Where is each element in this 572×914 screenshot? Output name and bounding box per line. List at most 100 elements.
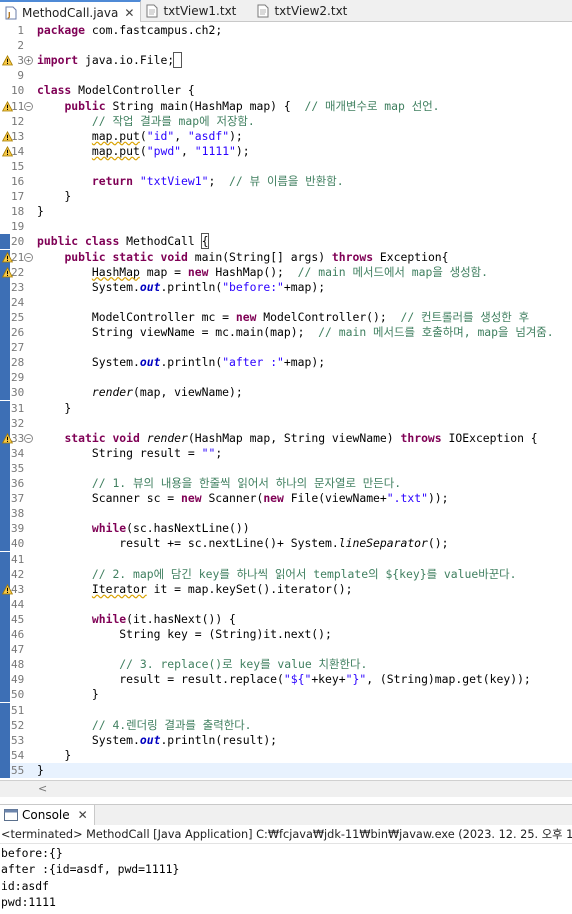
warning-icon[interactable]: [2, 251, 13, 263]
selection-marker: [0, 415, 10, 431]
collapse-icon[interactable]: −: [24, 101, 33, 111]
line-number: 54: [11, 748, 25, 762]
code-line[interactable]: 30 render(map, viewName);: [0, 385, 572, 401]
console-output-line: id:asdf: [1, 878, 50, 893]
selection-marker: [1, 114, 10, 129]
code-line[interactable]: 10 class ModelController {: [0, 83, 572, 98]
code-text: return "txtView1"; // 뷰 이름을 반환함.: [91, 174, 344, 188]
code-line[interactable]: 20 public class MethodCall {: [0, 233, 572, 250]
line-number: 2: [17, 39, 24, 53]
selection-marker: [0, 506, 10, 522]
code-text: HashMap map = new HashMap(); // main 메서드…: [91, 264, 488, 279]
code-line[interactable]: 15: [0, 159, 572, 174]
selection-marker: [1, 68, 10, 83]
code-text: // 1. 뷰의 내용을 한줄씩 읽어서 하나의 문자열로 만든다.: [91, 476, 402, 490]
code-editor[interactable]: 1 package com.fastcampus.ch2; 2 3 + import ja…: [0, 22, 572, 780]
code-line[interactable]: 1 package com.fastcampus.ch2;: [0, 23, 572, 38]
warning-icon[interactable]: [2, 432, 13, 444]
tab-console[interactable]: Console ✕: [0, 804, 95, 826]
code-line[interactable]: 37 Scanner sc = new Scanner(new File(vie…: [0, 491, 572, 507]
tab-methodcall-java[interactable]: J MethodCall.java ✕: [0, 0, 142, 23]
scroll-left-icon[interactable]: <: [38, 782, 47, 795]
expand-icon[interactable]: +: [24, 56, 33, 66]
code-line[interactable]: 28 System.out.println("after :"+map);: [0, 355, 572, 371]
code-line[interactable]: 17 }: [0, 189, 572, 204]
code-line[interactable]: 14 map.put("pwd", "1111");: [0, 144, 572, 159]
code-line[interactable]: 3 + import java.io.File;: [0, 52, 572, 69]
selection-marker: [0, 687, 10, 703]
code-line[interactable]: 35: [0, 460, 572, 476]
code-line[interactable]: 24: [0, 294, 572, 310]
code-line[interactable]: 50 }: [0, 687, 572, 703]
code-line[interactable]: 25 ModelController mc = new ModelControl…: [0, 309, 572, 325]
selection-marker: [1, 38, 10, 53]
code-line[interactable]: 39 while(sc.hasNextLine()): [0, 521, 572, 537]
line-number: 49: [11, 673, 25, 687]
code-text: map.put("id", "asdf");: [91, 128, 243, 143]
line-number: 41: [11, 552, 25, 566]
code-line[interactable]: 18}: [0, 204, 572, 219]
code-line[interactable]: 33− static void render(HashMap map, Stri…: [0, 430, 572, 446]
code-line[interactable]: 19: [0, 219, 572, 234]
collapse-icon[interactable]: −: [24, 433, 33, 443]
warning-icon[interactable]: [2, 583, 13, 595]
code-line[interactable]: 21− public static void main(String[] arg…: [0, 249, 572, 265]
code-line[interactable]: 47: [0, 642, 572, 658]
code-line[interactable]: 22 HashMap map = new HashMap(); // main …: [0, 264, 572, 280]
code-line[interactable]: 16 return "txtView1"; // 뷰 이름을 반환함.: [0, 174, 572, 189]
code-line[interactable]: 26 String viewName = mc.main(map); // ma…: [0, 325, 572, 340]
code-line[interactable]: 44: [0, 596, 572, 612]
code-text: render(map, viewName);: [91, 385, 243, 400]
code-line[interactable]: 45 while(it.hasNext()) {: [0, 611, 572, 627]
line-number: 45: [11, 612, 25, 626]
code-line[interactable]: 2: [0, 38, 572, 53]
code-line[interactable]: 40 result += sc.nextLine()+ System.lineS…: [0, 536, 572, 552]
close-icon[interactable]: ✕: [78, 808, 88, 822]
code-line[interactable]: 51: [0, 702, 572, 718]
code-line[interactable]: 11− public String main(HashMap map) { //…: [0, 99, 572, 114]
code-line[interactable]: 13 map.put("id", "asdf");: [0, 129, 572, 144]
code-line[interactable]: 54 }: [0, 747, 572, 763]
code-line[interactable]: 12 // 작업 결과를 map에 저장함.: [0, 114, 572, 129]
warning-icon[interactable]: [2, 55, 13, 66]
code-line[interactable]: 43 Iterator it = map.keySet().iterator()…: [0, 581, 572, 597]
warning-icon[interactable]: [2, 100, 13, 112]
line-number: 36: [11, 477, 25, 490]
code-line[interactable]: 34 String result = "";: [0, 445, 572, 461]
warning-icon[interactable]: [2, 130, 13, 142]
console-output[interactable]: before:{} after :{id=asdf, pwd=1111} id:as…: [0, 845, 572, 914]
code-line[interactable]: 53 System.out.println(result);: [0, 732, 572, 748]
code-line[interactable]: 29: [0, 370, 572, 386]
warning-icon[interactable]: [2, 266, 13, 278]
code-text: String key = (String)it.next();: [37, 627, 332, 641]
code-line[interactable]: 32: [0, 415, 572, 431]
line-number: 35: [11, 461, 25, 475]
tab-label: txtView2.txt: [274, 4, 348, 18]
code-line[interactable]: 38: [0, 506, 572, 522]
code-line[interactable]: 42 // 2. map에 담긴 key를 하나씩 읽어서 template의 …: [0, 566, 572, 582]
selection-marker: [1, 83, 10, 98]
code-text: // 3. replace()로 key를 value 치환한다.: [119, 657, 368, 672]
console-output-line: before:{}: [1, 846, 63, 860]
horizontal-scrollbar[interactable]: <: [0, 780, 572, 797]
code-line[interactable]: 49 result = result.replace("${"+key+"}",…: [0, 672, 572, 688]
code-line[interactable]: 55}: [0, 762, 572, 778]
tab-txtview1[interactable]: txtView1.txt: [141, 0, 252, 22]
close-icon[interactable]: ✕: [124, 6, 134, 20]
code-line[interactable]: 52 // 4.렌더링 결과를 출력한다.: [0, 717, 572, 733]
code-line[interactable]: 41: [0, 551, 572, 567]
code-line[interactable]: 36 // 1. 뷰의 내용을 한줄씩 읽어서 하나의 문자열로 만든다.: [0, 476, 572, 491]
line-number: 18: [11, 205, 25, 219]
code-line[interactable]: 9: [0, 68, 572, 83]
selection-marker: [0, 309, 10, 325]
collapse-icon[interactable]: −: [24, 252, 33, 262]
code-line[interactable]: 27: [0, 340, 572, 356]
code-line[interactable]: 48 // 3. replace()로 key를 value 치환한다.: [0, 657, 572, 673]
selection-marker: [0, 596, 10, 612]
code-text: }: [37, 762, 44, 777]
tab-txtview2[interactable]: txtView2.txt: [252, 0, 362, 22]
code-line[interactable]: 23 System.out.println("before:"+map);: [0, 279, 572, 295]
code-line[interactable]: 46 String key = (String)it.next();: [0, 627, 572, 642]
warning-icon[interactable]: [2, 145, 13, 157]
code-line[interactable]: 31 }: [0, 400, 572, 416]
